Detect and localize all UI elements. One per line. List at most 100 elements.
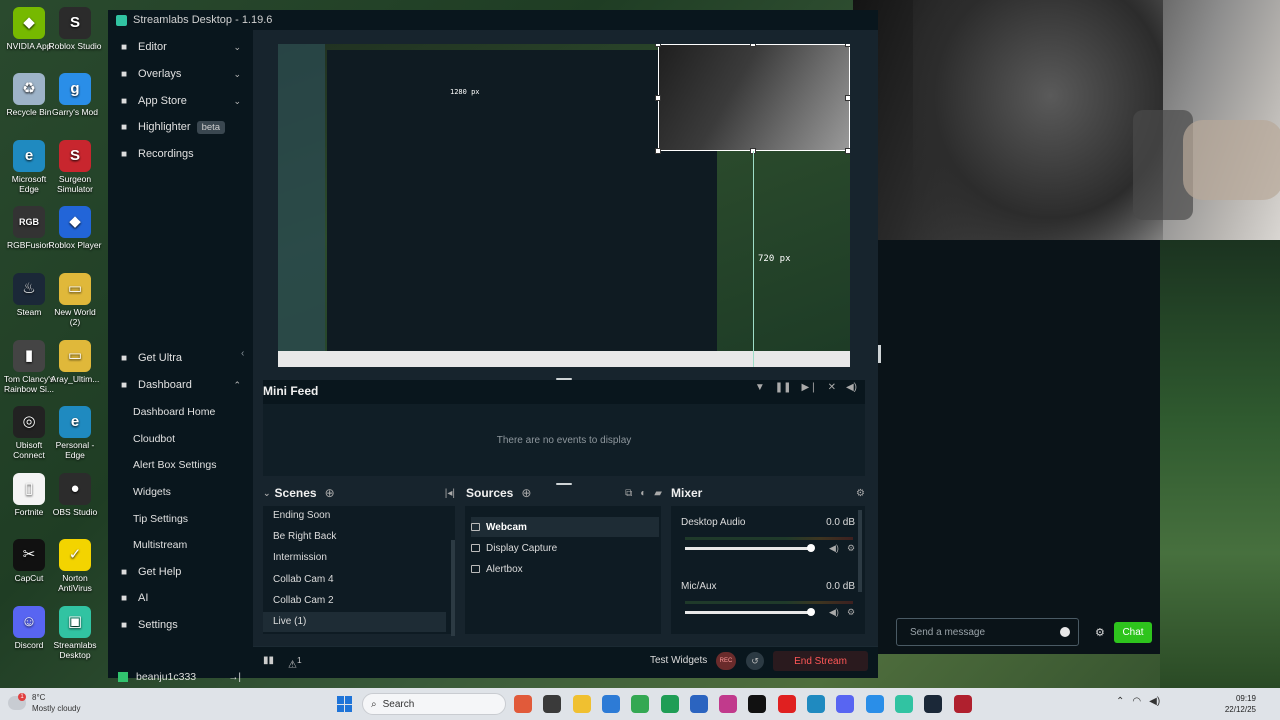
test-widgets-button[interactable]: Test Widgets — [650, 655, 707, 666]
source-item[interactable]: Display Capture — [471, 538, 659, 558]
alerts-icon[interactable]: ⚠1 — [288, 655, 302, 670]
logout-icon[interactable]: →| — [228, 672, 241, 683]
sidebar-item[interactable]: ■ Editor ⌄ — [108, 36, 253, 58]
taskbar-app-icon[interactable] — [894, 695, 913, 713]
add-source-icon[interactable]: ⊕ — [521, 486, 531, 500]
resize-handle[interactable] — [655, 148, 661, 154]
sidebar-item[interactable]: Tip Settings — [108, 508, 253, 530]
filter-icon[interactable]: ▼ — [755, 382, 765, 393]
taskbar-app-icon[interactable] — [572, 695, 591, 713]
end-stream-button[interactable]: End Stream — [773, 651, 868, 671]
user-row[interactable]: beanju1c333 →| — [108, 666, 253, 688]
scene-item[interactable]: Ending Soon — [273, 510, 330, 521]
emoji-icon[interactable] — [1060, 627, 1070, 637]
taskbar-app-icon[interactable] — [836, 695, 855, 713]
sidebar-item[interactable]: Multistream — [108, 534, 253, 556]
sidebar-item[interactable]: Widgets — [108, 481, 253, 503]
resize-handle[interactable] — [750, 44, 756, 47]
desktop-shortcut[interactable]: g Garry's Mod — [48, 73, 102, 117]
chat-input[interactable]: Send a message — [896, 618, 1079, 646]
mute-icon[interactable]: ◀) — [829, 607, 839, 618]
stats-icon[interactable]: ▮▮ — [263, 655, 274, 670]
chevron-icon[interactable]: ⌄ — [233, 96, 241, 107]
scene-item[interactable]: Intermission — [273, 552, 327, 563]
taskbar-search[interactable]: ⌕ Search — [362, 693, 506, 715]
scenes-scrollbar[interactable] — [451, 540, 455, 636]
volume-slider-knob[interactable] — [807, 544, 815, 552]
scene-item[interactable]: Collab Cam 4 — [273, 574, 334, 585]
replay-buffer-icon[interactable]: ↺ — [746, 652, 764, 670]
volume-slider-knob[interactable] — [807, 608, 815, 616]
chevron-icon[interactable]: ⌄ — [233, 42, 241, 53]
sidebar-item[interactable]: ■ AI — [108, 587, 253, 609]
taskbar-app-icon[interactable] — [514, 695, 532, 713]
desktop-shortcut[interactable]: ▭ New World (2) — [48, 273, 102, 327]
sidebar-item[interactable]: ■ Recordings — [108, 143, 253, 165]
taskbar-app-icon[interactable] — [777, 695, 796, 713]
scene-item[interactable]: Live (1) — [273, 616, 306, 627]
folder-icon[interactable]: ▰ — [654, 488, 662, 499]
taskbar-app-icon[interactable] — [924, 695, 943, 713]
stream-preview[interactable]: 720 px 1280 px — [278, 44, 850, 367]
sidebar-item[interactable]: Alert Box Settings — [108, 454, 253, 476]
source-visibility-icon[interactable]: ◐ — [640, 488, 646, 499]
volume-slider[interactable] — [685, 611, 810, 614]
taskbar-app-icon[interactable] — [543, 695, 562, 713]
skip-icon[interactable]: ▶❘ — [802, 382, 818, 393]
sidebar-item[interactable]: Dashboard Home — [108, 401, 253, 423]
sidebar-item[interactable]: ■ Dashboard ⌃ — [108, 374, 253, 396]
volume-slider[interactable] — [685, 547, 810, 550]
sidebar-item[interactable]: ■ Overlays ⌄ — [108, 63, 253, 85]
channel-settings-icon[interactable]: ⚙ — [847, 543, 855, 554]
sidebar-item[interactable]: ■ Get Ultra — [108, 347, 253, 369]
chat-settings-icon[interactable]: ⚙ — [1095, 626, 1105, 639]
chat-splitter[interactable] — [878, 345, 881, 363]
tray-overflow-icon[interactable]: ⌃ — [1116, 696, 1124, 707]
chevron-icon[interactable]: ⌄ — [233, 69, 241, 80]
resize-handle[interactable] — [655, 95, 661, 101]
network-icon[interactable]: ◠ — [1132, 696, 1141, 707]
desktop-shortcut[interactable]: S Surgeon Simulator — [48, 140, 102, 194]
taskbar-app-icon[interactable] — [953, 695, 972, 713]
desktop-shortcut[interactable]: ▭ Aray_Ultim... — [48, 340, 102, 384]
scene-transition-icon[interactable]: |◂| — [445, 488, 455, 499]
record-button[interactable]: REC — [716, 652, 736, 670]
pause-icon[interactable]: ❚❚ — [775, 382, 792, 393]
scene-item[interactable]: Collab Cam 2 — [273, 595, 334, 606]
mute-alerts-icon[interactable]: ✕ — [828, 382, 836, 393]
resize-handle[interactable] — [845, 44, 850, 47]
preview-webcam-source[interactable] — [658, 44, 850, 151]
volume-icon[interactable]: ◀) — [1149, 696, 1160, 707]
sidebar-item[interactable]: ■ Highlighter beta — [108, 116, 253, 138]
add-scene-icon[interactable]: ⊕ — [325, 486, 335, 500]
mixer-settings-icon[interactable]: ⚙ — [856, 488, 865, 499]
resize-handle[interactable] — [845, 148, 850, 154]
desktop-shortcut[interactable]: ● OBS Studio — [48, 473, 102, 517]
sidebar-item[interactable]: ■ App Store ⌄ — [108, 90, 253, 112]
taskbar-app-icon[interactable] — [748, 695, 767, 713]
taskbar-app-icon[interactable] — [660, 695, 679, 713]
desktop-shortcut[interactable]: ◆ Roblox Player — [48, 206, 102, 250]
mute-icon[interactable]: ◀) — [829, 543, 839, 554]
source-group-icon[interactable]: ⧉ — [625, 488, 632, 499]
sidebar-item[interactable]: ■ Settings — [108, 614, 253, 636]
sidebar-item[interactable]: ■ Get Help — [108, 561, 253, 583]
volume-icon[interactable]: ◀) — [846, 382, 857, 393]
desktop-shortcut[interactable]: ▣ Streamlabs Desktop — [48, 606, 102, 660]
chat-send-button[interactable]: Chat — [1114, 622, 1152, 643]
weather-widget[interactable]: 1 8°C Mostly cloudy — [8, 692, 80, 714]
start-button[interactable] — [337, 696, 353, 712]
taskbar-app-icon[interactable] — [689, 695, 708, 713]
desktop-shortcut[interactable]: e Personal - Edge — [48, 406, 102, 460]
clock[interactable]: 09:19 22/12/25 — [1216, 693, 1256, 715]
chevron-icon[interactable]: ⌃ — [233, 380, 241, 391]
mixer-scrollbar[interactable] — [858, 510, 862, 592]
taskbar-app-icon[interactable] — [631, 695, 650, 713]
desktop-shortcut[interactable]: ✓ Norton AntiVirus — [48, 539, 102, 593]
desktop-shortcut[interactable]: S Roblox Studio — [48, 7, 102, 51]
collapse-scenes-icon[interactable]: ⌄ — [263, 488, 271, 499]
taskbar-app-icon[interactable] — [601, 695, 620, 713]
taskbar-app-icon[interactable] — [865, 695, 884, 713]
sidebar-item[interactable]: Cloudbot — [108, 428, 253, 450]
taskbar-app-icon[interactable] — [719, 695, 738, 713]
